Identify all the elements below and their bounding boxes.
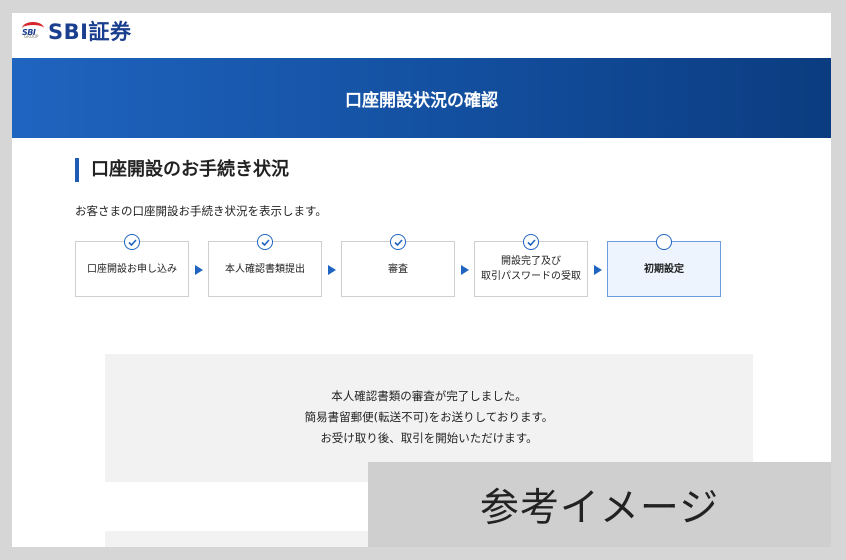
step-label: 初期設定 [644, 263, 684, 275]
step-label: 本人確認書類提出 [225, 263, 305, 275]
message-line-1: 本人確認書類の審査が完了しました。 [331, 389, 527, 403]
reference-image-text: 参考イメージ [479, 485, 720, 531]
section-heading: 口座開設のお手続き状況 [75, 158, 289, 182]
arrow-right-icon [195, 265, 203, 275]
step-initial-setup: 初期設定 [607, 234, 721, 297]
step-account-opened: 開設完了及び 取引パスワードの受取 [474, 234, 588, 297]
intro-text: お客さまの口座開設お手続き状況を表示します。 [75, 204, 327, 218]
message-line-2: 簡易書留郵便(転送不可)をお送りしております。 [304, 410, 554, 424]
arrow-right-icon [594, 265, 602, 275]
logo-text: SBI証券 [48, 20, 132, 44]
arrow-right-icon [328, 265, 336, 275]
step-review: 審査 [341, 234, 455, 297]
check-circle-icon [257, 234, 273, 250]
arrow-right-icon [461, 265, 469, 275]
empty-circle-icon [656, 234, 672, 250]
check-circle-icon [390, 234, 406, 250]
logo-group-text: GROUP [24, 34, 39, 39]
step-label: 口座開設お申し込み [87, 263, 177, 275]
reference-image-label: 参考イメージ [368, 462, 831, 547]
check-circle-icon [523, 234, 539, 250]
sbi-logo[interactable]: SBI SBI証券 [22, 16, 131, 46]
step-label: 開設完了及び 取引パスワードの受取 [481, 254, 581, 284]
step-label: 審査 [388, 263, 408, 275]
step-label-line1: 開設完了及び [501, 256, 561, 267]
check-circle-icon [124, 234, 140, 250]
title-banner: 口座開設状況の確認 [12, 58, 831, 138]
banner-title: 口座開設状況の確認 [345, 90, 498, 111]
step-application: 口座開設お申し込み [75, 234, 189, 297]
message-line-3: お受け取り後、取引を開始いただけます。 [320, 431, 538, 445]
step-label-line2: 取引パスワードの受取 [481, 271, 581, 282]
step-id-submission: 本人確認書類提出 [208, 234, 322, 297]
